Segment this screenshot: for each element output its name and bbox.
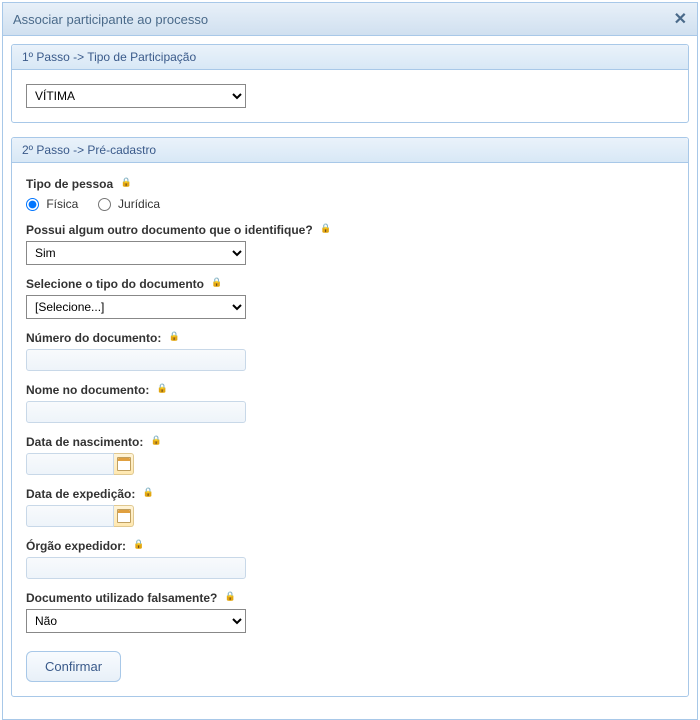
- close-icon[interactable]: ✕: [674, 9, 687, 29]
- lock-icon: [225, 594, 233, 604]
- calendar-icon[interactable]: [114, 453, 134, 475]
- dialog-body: 1º Passo -> Tipo de Participação VÍTIMA …: [3, 36, 697, 719]
- doc-type-group: Selecione o tipo do documento [Selecione…: [26, 277, 674, 319]
- lock-icon: [133, 542, 141, 552]
- issuer-input[interactable]: [26, 557, 246, 579]
- doc-type-label: Selecione o tipo do documento: [26, 277, 674, 291]
- associate-participant-dialog: Associar participante ao processo ✕ 1º P…: [2, 2, 698, 720]
- calendar-icon[interactable]: [114, 505, 134, 527]
- radio-fisica[interactable]: [26, 198, 39, 211]
- doc-number-group: Número do documento:: [26, 331, 674, 371]
- lock-icon: [169, 334, 177, 344]
- confirm-button[interactable]: Confirmar: [26, 651, 121, 682]
- birth-date-group: Data de nascimento:: [26, 435, 674, 475]
- falsely-used-group: Documento utilizado falsamente? Não: [26, 591, 674, 633]
- doc-type-select[interactable]: [Selecione...]: [26, 295, 246, 319]
- radio-fisica-label[interactable]: Física: [26, 197, 82, 211]
- has-other-doc-select[interactable]: Sim: [26, 241, 246, 265]
- issuer-group: Órgão expedidor:: [26, 539, 674, 579]
- doc-name-group: Nome no documento:: [26, 383, 674, 423]
- doc-number-label: Número do documento:: [26, 331, 674, 345]
- lock-icon: [211, 280, 219, 290]
- issue-date-group: Data de expedição:: [26, 487, 674, 527]
- dialog-header: Associar participante ao processo ✕: [3, 3, 697, 36]
- issue-date-input[interactable]: [26, 505, 114, 527]
- lock-icon: [143, 490, 151, 500]
- lock-icon: [157, 386, 165, 396]
- issuer-label: Órgão expedidor:: [26, 539, 674, 553]
- radio-juridica-label[interactable]: Jurídica: [98, 197, 160, 211]
- doc-number-input[interactable]: [26, 349, 246, 371]
- step2-body: Tipo de pessoa Física Jurídica: [12, 163, 688, 696]
- doc-name-label: Nome no documento:: [26, 383, 674, 397]
- lock-icon: [151, 438, 159, 448]
- has-other-doc-group: Possui algum outro documento que o ident…: [26, 223, 674, 265]
- step1-panel: 1º Passo -> Tipo de Participação VÍTIMA: [11, 44, 689, 123]
- step1-body: VÍTIMA: [12, 70, 688, 122]
- has-other-doc-label: Possui algum outro documento que o ident…: [26, 223, 674, 237]
- birth-date-input[interactable]: [26, 453, 114, 475]
- lock-icon: [120, 180, 128, 190]
- step2-panel: 2º Passo -> Pré-cadastro Tipo de pessoa …: [11, 137, 689, 697]
- falsely-used-select[interactable]: Não: [26, 609, 246, 633]
- step2-header: 2º Passo -> Pré-cadastro: [12, 138, 688, 163]
- person-type-label: Tipo de pessoa: [26, 177, 674, 191]
- issue-date-label: Data de expedição:: [26, 487, 674, 501]
- radio-juridica[interactable]: [98, 198, 111, 211]
- doc-name-input[interactable]: [26, 401, 246, 423]
- person-type-group: Tipo de pessoa Física Jurídica: [26, 177, 674, 211]
- person-type-radios: Física Jurídica: [26, 197, 674, 211]
- dialog-title: Associar participante ao processo: [13, 12, 208, 27]
- lock-icon: [320, 226, 328, 236]
- birth-date-label: Data de nascimento:: [26, 435, 674, 449]
- step1-header: 1º Passo -> Tipo de Participação: [12, 45, 688, 70]
- participation-type-select[interactable]: VÍTIMA: [26, 84, 246, 108]
- falsely-used-label: Documento utilizado falsamente?: [26, 591, 674, 605]
